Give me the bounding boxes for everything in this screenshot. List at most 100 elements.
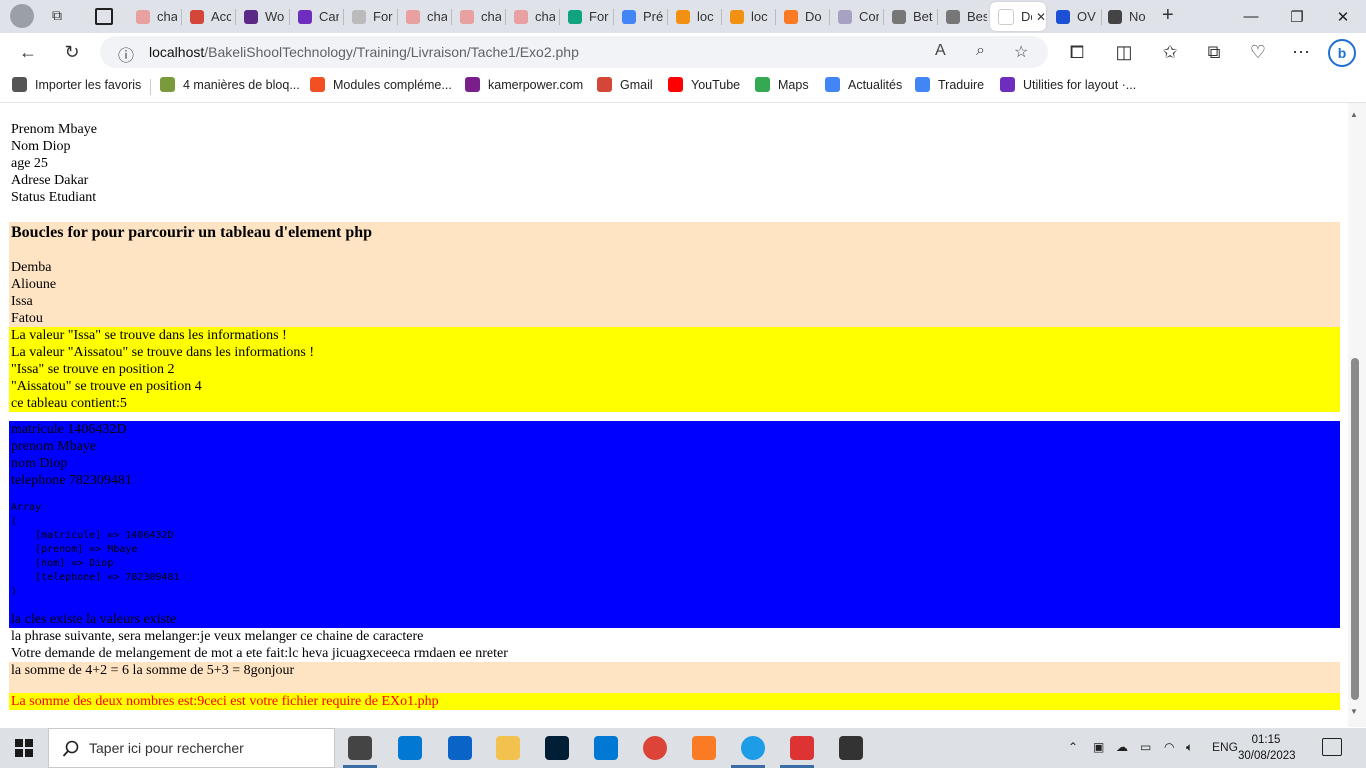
zoom-icon[interactable]: ⌕ — [976, 42, 985, 60]
bookmark-item[interactable]: 4 manières de bloq... — [160, 77, 300, 92]
bookmark-item[interactable]: Actualités — [825, 77, 902, 92]
more-menu-icon[interactable]: ⋯ — [1285, 36, 1317, 68]
tab-favicon-icon — [136, 9, 150, 24]
name-item: Alioune — [11, 277, 57, 292]
vscode-icon[interactable] — [594, 736, 618, 760]
browser-tab[interactable]: cha — [398, 2, 450, 31]
performance-icon[interactable]: ♡ — [1242, 36, 1274, 68]
meet-now-icon[interactable]: ▣ — [1093, 740, 1104, 754]
browser-tab[interactable]: Do — [776, 2, 828, 31]
taskbar-search-box[interactable]: Taper ici pour rechercher — [48, 728, 335, 768]
bookmark-label: Actualités — [848, 77, 903, 92]
mail-icon[interactable] — [448, 736, 472, 760]
tab-favicon-icon — [998, 8, 1014, 25]
windows-start-button[interactable] — [0, 728, 48, 768]
wifi-icon[interactable]: ◠ — [1164, 740, 1174, 754]
tab-title: loc — [697, 9, 714, 24]
terminal-app-icon[interactable] — [790, 736, 814, 760]
browser-tab[interactable]: Doc ✕ — [990, 2, 1046, 31]
language-indicator[interactable]: ENG — [1212, 740, 1238, 754]
key-exists-line: la cles existe la valeurs existe — [11, 612, 177, 627]
tab-title: Wo — [265, 9, 285, 24]
name-item: Fatou — [11, 311, 43, 326]
tab-favicon-icon — [1056, 9, 1070, 24]
bookmark-item[interactable]: Importer les favoris — [12, 77, 141, 92]
tab-favicon-icon — [244, 9, 258, 24]
media-player-icon[interactable] — [839, 736, 863, 760]
new-tab-button[interactable]: + — [1162, 4, 1174, 27]
collections-icon[interactable]: ⧉ — [1198, 36, 1230, 68]
browser-tab[interactable]: loc — [722, 2, 774, 31]
tab-favicon-icon — [460, 9, 474, 24]
scroll-up-icon[interactable]: ▲ — [1350, 110, 1358, 119]
bookmark-label: Importer les favoris — [35, 77, 142, 92]
tab-favicon-icon — [892, 9, 906, 24]
person-info-line: Status Etudiant — [11, 190, 97, 205]
browser-tab[interactable]: cha — [452, 2, 504, 31]
bookmark-icon — [597, 77, 612, 92]
clock-date: 30/08/2023 — [1238, 750, 1296, 762]
browser-tab[interactable]: Wo — [236, 2, 288, 31]
read-aloud-icon[interactable]: A — [935, 42, 946, 60]
chrome-icon[interactable] — [643, 736, 667, 760]
bookmark-item[interactable]: Traduire — [915, 77, 984, 92]
bookmark-item[interactable]: kamerpower.com — [465, 77, 583, 92]
browser-tab[interactable]: Pré — [614, 2, 666, 31]
browser-tab[interactable]: OV — [1048, 2, 1100, 31]
edge-icon[interactable] — [741, 736, 765, 760]
browser-tab[interactable]: cha — [506, 2, 558, 31]
photoshop-icon[interactable] — [545, 736, 569, 760]
browser-tab[interactable]: Cor — [830, 2, 882, 31]
back-button[interactable]: ← — [12, 36, 44, 68]
minimize-button[interactable]: — — [1228, 0, 1274, 33]
browser-tab[interactable]: cha — [128, 2, 180, 31]
browser-tab[interactable]: For — [560, 2, 612, 31]
task-view-icon[interactable] — [348, 736, 372, 760]
favorite-star-icon[interactable]: ☆ — [1014, 42, 1028, 62]
bookmark-item[interactable]: Maps — [755, 77, 809, 92]
browser-tab[interactable]: No — [1100, 2, 1152, 31]
extensions-icon[interactable]: ⧠ — [1061, 36, 1093, 68]
browser-tab[interactable]: loc — [668, 2, 720, 31]
scrollbar-thumb[interactable] — [1351, 358, 1359, 700]
browser-tab[interactable]: For — [344, 2, 396, 31]
microsoft-store-icon[interactable] — [398, 736, 422, 760]
show-hidden-icons[interactable]: ⌃ — [1068, 740, 1078, 754]
bookmark-icon — [160, 77, 175, 92]
onedrive-icon[interactable]: ☁ — [1116, 740, 1128, 754]
split-screen-icon[interactable]: ◫ — [1108, 36, 1140, 68]
profile-avatar[interactable] — [10, 4, 34, 28]
close-window-button[interactable]: ✕ — [1320, 0, 1366, 33]
url-text[interactable]: localhost/BakeliShoolTechnology/Training… — [149, 44, 579, 60]
bookmark-item[interactable]: YouTube — [668, 77, 740, 92]
bookmark-item[interactable]: Utilities for layout ·... — [1000, 77, 1136, 92]
restore-button[interactable]: ❐ — [1274, 0, 1320, 33]
workspaces-icon[interactable]: ⧉ — [52, 7, 70, 25]
browser-tab[interactable]: Car — [290, 2, 342, 31]
refresh-button[interactable]: ↻ — [56, 36, 88, 68]
bookmark-item[interactable]: Modules compléme... — [310, 77, 452, 92]
browser-tab[interactable]: Bet — [884, 2, 936, 31]
scroll-down-icon[interactable]: ▼ — [1350, 707, 1358, 716]
bookmark-icon — [825, 77, 840, 92]
search-result-line: ce tableau contient:5 — [11, 396, 127, 411]
close-tab-icon[interactable]: ✕ — [1036, 10, 1046, 24]
windows-taskbar: Taper ici pour rechercher ⌃ ▣ ☁ ▭ ◠ 🔈︎ E… — [0, 728, 1366, 768]
bing-copilot-icon[interactable]: b — [1328, 39, 1356, 67]
student-section — [9, 421, 1340, 628]
battery-icon[interactable]: ▭ — [1140, 740, 1151, 754]
tab-title: Do — [805, 9, 822, 24]
system-clock[interactable]: 01:15 30/08/2023 — [1238, 732, 1296, 764]
notifications-icon[interactable] — [1322, 738, 1342, 756]
favorites-icon[interactable]: ✩ — [1154, 36, 1186, 68]
volume-icon[interactable]: 🔈︎ — [1186, 740, 1193, 755]
file-explorer-icon[interactable] — [496, 736, 520, 760]
xampp-icon[interactable] — [692, 736, 716, 760]
site-info-icon[interactable]: ⓘ — [118, 42, 134, 66]
browser-tab[interactable]: Acc — [182, 2, 234, 31]
bookmark-item[interactable]: Gmail — [597, 77, 653, 92]
address-bar[interactable]: ⓘ localhost/BakeliShoolTechnology/Traini… — [100, 36, 1048, 68]
vertical-tabs-icon[interactable] — [95, 8, 113, 25]
browser-tab[interactable]: Bes — [938, 2, 990, 31]
tab-favicon-icon — [406, 9, 420, 24]
